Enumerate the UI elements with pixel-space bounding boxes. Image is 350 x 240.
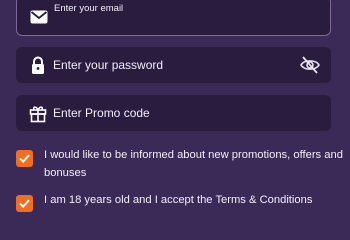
- password-input[interactable]: [53, 47, 291, 83]
- lock-icon: [28, 55, 48, 75]
- envelope-icon: [29, 7, 49, 27]
- eye-off-icon[interactable]: [299, 54, 321, 76]
- promo-code-field[interactable]: [16, 95, 331, 131]
- email-input[interactable]: [54, 1, 290, 15]
- age-terms-checkbox-label[interactable]: I am 18 years old and I accept the Terms…: [44, 191, 344, 209]
- promo-code-input[interactable]: [53, 95, 291, 131]
- age-terms-checkbox[interactable]: [16, 195, 33, 212]
- email-field[interactable]: [16, 0, 331, 36]
- password-field[interactable]: [16, 47, 331, 83]
- promotions-checkbox[interactable]: [16, 150, 33, 167]
- gift-icon: [28, 103, 48, 123]
- promotions-checkbox-label[interactable]: I would like to be informed about new pr…: [44, 146, 344, 182]
